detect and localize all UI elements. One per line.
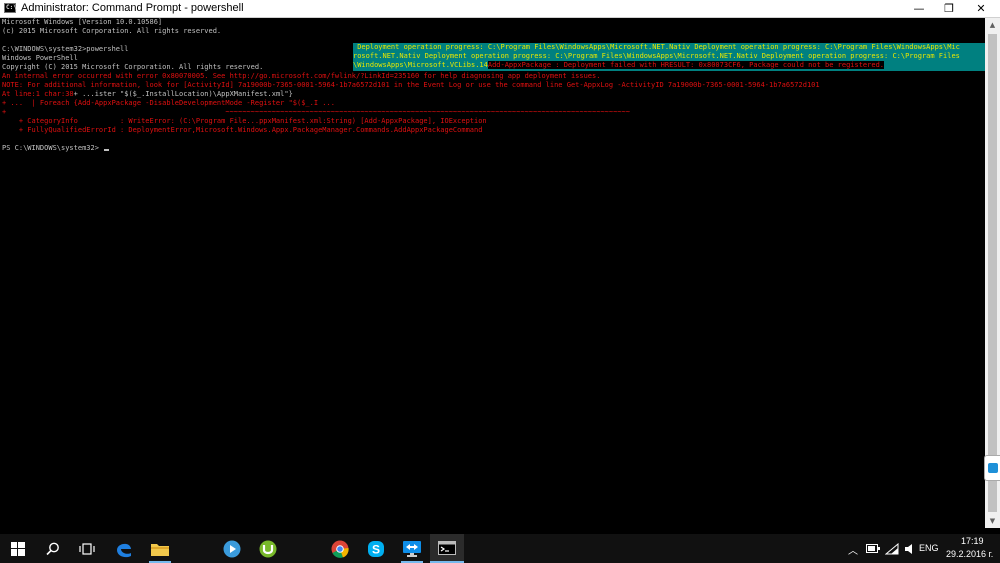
deployment-error: Add-AppxPackage : Deployment failed with… [487,61,885,69]
command-prompt-icon: C:\ [4,3,17,13]
search-button[interactable] [36,534,70,563]
task-view-icon [79,543,95,555]
clock-time[interactable]: 17:19 [961,536,984,546]
progress-lead: \WindowsApps\Microsoft.VCLibs.14 [353,61,488,69]
error-category-info: + CategoryInfo : WriteError: (C:\Program… [2,117,487,125]
deployment-progress-block: Deployment operation progress: C:\Progra… [353,43,985,71]
taskbar-media-player[interactable] [215,534,249,563]
taskbar-utorrent[interactable] [251,534,285,563]
svg-text:S: S [372,543,380,557]
command-prompt-icon [438,541,456,555]
teamviewer-icon [403,541,421,557]
close-button[interactable]: ✕ [966,0,996,17]
clock-date[interactable]: 29.2.2016 г. [946,549,993,559]
windows-logo-icon [11,542,25,556]
prompt-line[interactable]: PS C:\WINDOWS\system32> [2,144,110,153]
console-output[interactable]: Microsoft Windows [Version 10.0.10586] (… [0,18,985,528]
error-qualified-id: + FullyQualifiedErrorId : DeploymentErro… [2,126,483,134]
taskbar: S ︿ ENG 17:19 29.2.2016 г. [0,534,1000,563]
chrome-icon [331,540,349,558]
folder-icon [151,544,169,556]
wifi-icon[interactable] [885,543,899,555]
console-line: C:\WINDOWS\system32>powershell [2,45,129,53]
error-location: At line:1 char:38 [2,90,74,98]
console-line: (c) 2015 Microsoft Corporation. All righ… [2,27,222,35]
window-titlebar[interactable]: C:\ Administrator: Command Prompt - powe… [0,0,1000,18]
scroll-up-arrow-icon[interactable]: ▲ [985,18,1000,32]
error-location-line: At line:1 char:38+ ...ister "$($_.Instal… [2,90,293,99]
vertical-scrollbar[interactable]: ▲ ▼ [985,18,1000,528]
edge-icon [117,543,131,558]
text-cursor [104,149,110,151]
console-line: Copyright (C) 2015 Microsoft Corporation… [2,63,264,71]
error-line: + ... | Foreach {Add-AppxPackage -Disabl… [2,99,335,107]
progress-line: rosoft.NET.Nativ Deployment operation pr… [353,52,960,60]
media-player-icon [223,540,241,558]
taskbar-file-explorer[interactable] [143,534,177,563]
teamviewer-icon [988,463,998,473]
search-icon [46,542,59,556]
error-line: NOTE: For additional information, look f… [2,81,820,89]
task-view-button[interactable] [70,534,104,563]
progress-line: Deployment operation progress: C:\Progra… [353,43,960,51]
restore-button[interactable]: ❐ [934,0,964,17]
minimize-button[interactable]: — [904,0,934,17]
taskbar-chrome[interactable] [323,534,357,563]
error-underline: + ~~~~~~~~~~~~~~~~~~~~~~~~~~~~~~~~~~~~~~… [2,108,630,116]
error-location-tail: + ...ister "$($_.InstallLocation)\AppXMa… [73,90,293,98]
error-line: An internal error occurred with error 0x… [2,72,601,80]
battery-icon[interactable] [866,544,880,553]
start-button[interactable] [0,534,36,563]
console-line: Microsoft Windows [Version 10.0.10586] [2,18,163,26]
taskbar-skype[interactable]: S [359,534,393,563]
scroll-down-arrow-icon[interactable]: ▼ [985,514,1000,528]
prompt-text: PS C:\WINDOWS\system32> [2,144,104,152]
speaker-icon[interactable] [904,543,916,555]
taskbar-teamviewer[interactable] [395,534,429,563]
tray-overflow-chevron-icon[interactable]: ︿ [848,542,858,557]
input-language[interactable]: ENG [919,543,939,553]
utorrent-icon [259,540,277,558]
taskbar-edge[interactable] [107,534,141,563]
taskbar-command-prompt[interactable] [430,534,464,563]
skype-icon: S [368,541,384,557]
scroll-thumb[interactable] [988,34,997,512]
teamviewer-side-widget[interactable] [984,455,1000,481]
window-title: Administrator: Command Prompt - powershe… [21,2,244,14]
progress-line: \WindowsApps\Microsoft.VCLibs.14Add-Appx… [353,61,885,70]
console-line: Windows PowerShell [2,54,78,62]
